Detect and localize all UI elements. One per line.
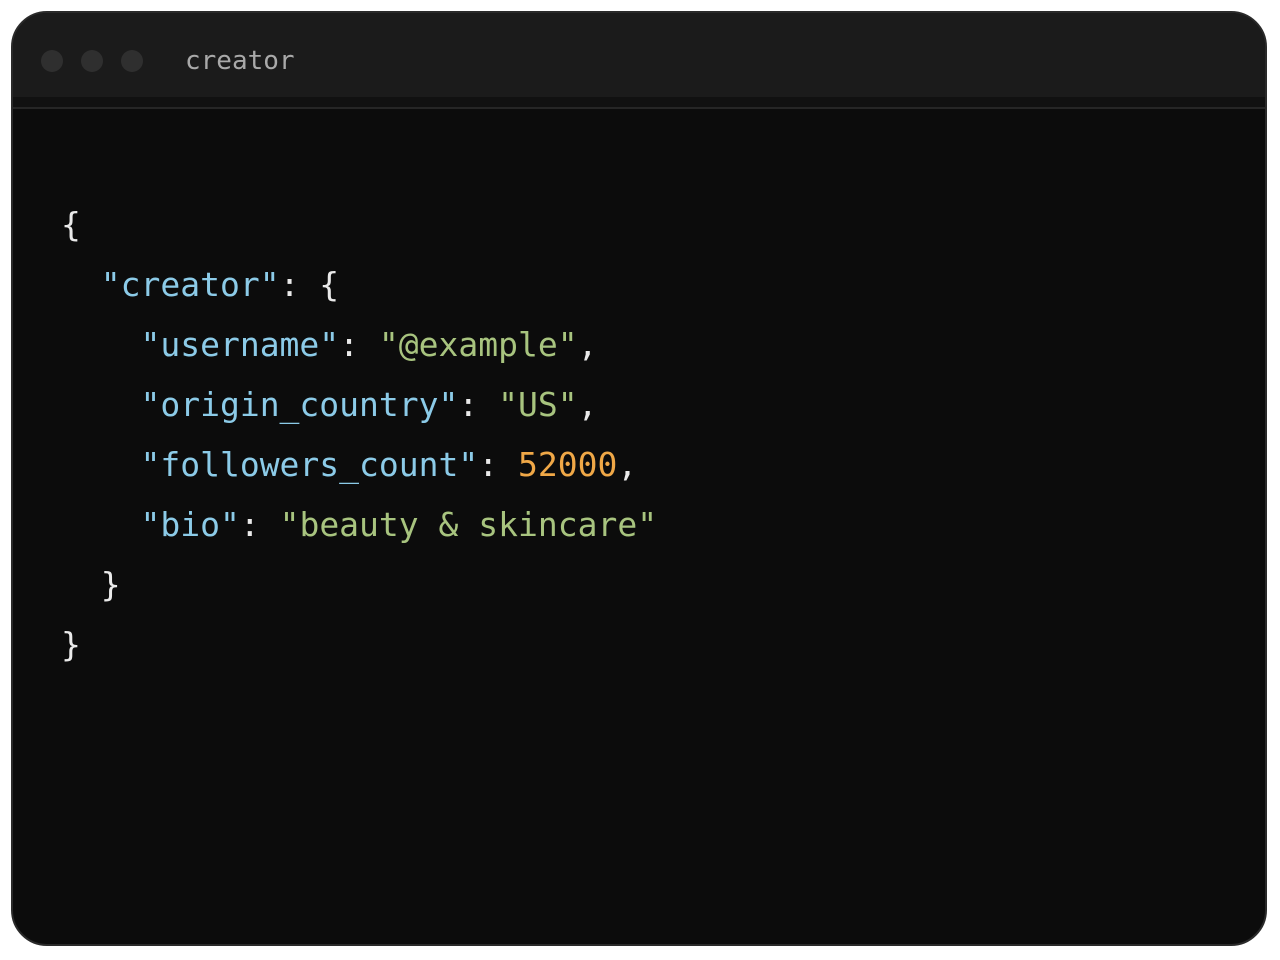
close-window-button[interactable] [41, 50, 63, 72]
field-separator: : [239, 505, 280, 544]
close-brace: } [61, 625, 81, 664]
field-value: 52000 [518, 445, 618, 484]
code-line-field: "username": "@example", [61, 315, 657, 375]
terminal-window: creator { "creator": { "username": "@exa… [11, 11, 1267, 946]
code-line-field: "origin_country": "US", [61, 375, 657, 435]
code-line-creator: "creator": { [61, 255, 657, 315]
json-code-block: { "creator": { "username": "@example", "… [61, 195, 657, 675]
field-separator: : [339, 325, 379, 364]
creator-close-brace: } [100, 565, 121, 604]
field-value: "@example" [378, 325, 578, 364]
code-line-field: "bio": "beauty & skincare" [61, 495, 657, 555]
field-key: "bio" [140, 505, 240, 544]
code-line-creator-close: } [61, 555, 657, 615]
field-value: "US" [498, 385, 578, 424]
maximize-window-button[interactable] [121, 50, 143, 72]
code-line-close: } [61, 615, 657, 675]
title-bar-divider [13, 97, 1265, 109]
open-brace: { [61, 205, 81, 244]
window-title: creator [185, 46, 295, 76]
minimize-window-button[interactable] [81, 50, 103, 72]
creator-open-brace: : { [279, 265, 340, 304]
field-trail: , [617, 445, 638, 484]
field-trail: , [577, 385, 598, 424]
field-key: "username" [140, 325, 340, 364]
field-trail: , [577, 325, 598, 364]
field-separator: : [458, 385, 499, 424]
code-line-open: { [61, 195, 657, 255]
field-key: "origin_country" [140, 385, 459, 424]
field-separator: : [478, 445, 518, 484]
field-key: "followers_count" [140, 445, 479, 484]
field-value: "beauty & skincare" [279, 505, 658, 544]
title-bar: creator [13, 13, 1265, 97]
creator-key: "creator" [100, 265, 280, 304]
code-line-field: "followers_count": 52000, [61, 435, 657, 495]
